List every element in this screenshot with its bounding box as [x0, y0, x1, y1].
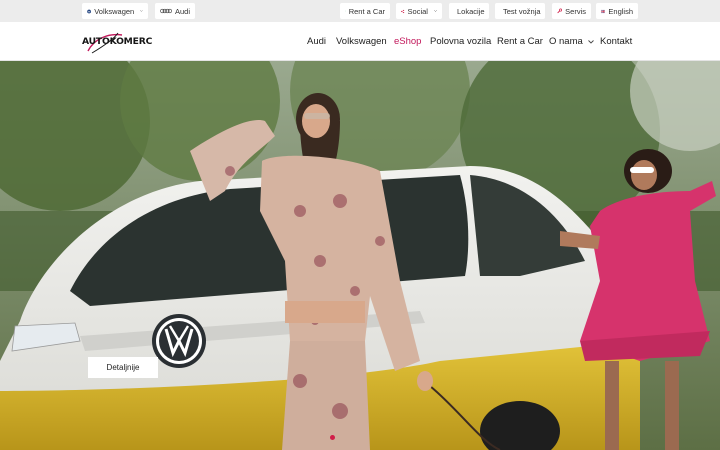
link-rent-a-car[interactable]: Rent a Car: [340, 3, 390, 19]
nav-o-nama-label: O nama: [549, 36, 583, 47]
language-switch-english[interactable]: English: [596, 3, 638, 19]
car-icon: [345, 10, 346, 12]
brand-switch-audi[interactable]: Audi: [155, 3, 195, 19]
brand-switch-volkswagen[interactable]: Volkswagen: [82, 3, 148, 19]
slider-dot-active[interactable]: [330, 435, 335, 440]
link-social[interactable]: Social: [396, 3, 442, 19]
link-label: Test vožnja: [503, 6, 541, 16]
wrench-icon: [557, 8, 563, 14]
link-label: Servis: [565, 6, 586, 16]
hero-slider: Detaljnije: [0, 61, 720, 450]
link-lokacije[interactable]: Lokacije: [449, 3, 489, 19]
details-button[interactable]: Detaljnije: [88, 357, 158, 378]
chevron-down-icon: [588, 40, 595, 44]
nav-rent-a-car[interactable]: Rent a Car: [497, 36, 543, 47]
nav-polovna-vozila[interactable]: Polovna vozila: [430, 36, 491, 47]
top-bar: Volkswagen Audi Rent a Car Social Lokaci…: [0, 0, 720, 22]
chevron-down-icon: [434, 10, 437, 12]
nav-kontakt[interactable]: Kontakt: [600, 36, 632, 47]
link-label: Lokacije: [457, 6, 485, 16]
chevron-down-icon: [140, 10, 143, 12]
link-test-voznja[interactable]: Test vožnja: [495, 3, 545, 19]
brand-label: Audi: [174, 6, 190, 16]
slider-dots: [330, 435, 335, 440]
hero-image: [0, 61, 720, 450]
nav-volkswagen[interactable]: Volkswagen: [336, 36, 387, 47]
site-logo[interactable]: AUTOKOMERC: [82, 29, 152, 55]
link-label: Social: [407, 6, 428, 16]
link-servis[interactable]: Servis: [552, 3, 591, 19]
uk-flag-icon: [601, 9, 606, 13]
nav-audi[interactable]: Audi: [307, 36, 326, 47]
link-label: English: [608, 6, 633, 16]
nav-o-nama[interactable]: O nama: [549, 36, 595, 47]
main-header: AUTOKOMERC Audi Volkswagen eShop Polovna…: [0, 22, 720, 61]
vw-logo-icon: [87, 9, 91, 13]
link-label: Rent a Car: [348, 6, 385, 16]
brand-label: Volkswagen: [94, 6, 135, 16]
logo-text: AUTOKOMERC: [82, 36, 153, 47]
nav-eshop[interactable]: eShop: [394, 36, 421, 47]
audi-rings-icon: [160, 8, 172, 14]
share-icon: [401, 9, 405, 13]
